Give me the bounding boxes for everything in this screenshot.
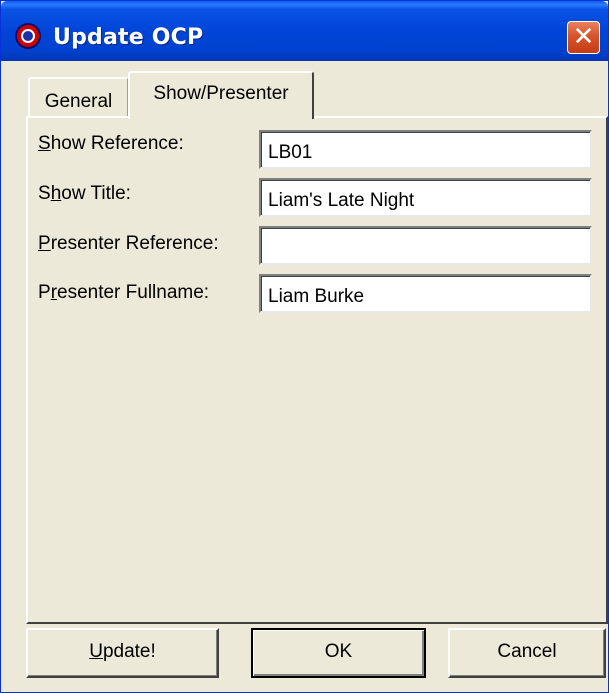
app-logo-inner (21, 29, 35, 43)
tab-show-presenter-label: Show/Presenter (153, 83, 289, 104)
close-button[interactable]: ✕ (567, 21, 600, 54)
update-ocp-dialog: Update OCP ✕ General Show/Presenter Show… (0, 0, 609, 693)
show-title-input[interactable] (259, 178, 592, 217)
app-logo-icon (15, 23, 41, 49)
presenter-reference-input[interactable] (259, 226, 592, 265)
presenter-fullname-input[interactable] (259, 274, 592, 313)
close-icon: ✕ (572, 22, 595, 52)
show-title-label: Show Title: (38, 183, 131, 204)
cancel-button[interactable]: Cancel (448, 628, 606, 678)
presenter-reference-label: Presenter Reference: (38, 233, 219, 254)
tab-general[interactable]: General (28, 77, 128, 117)
ok-button[interactable]: OK (251, 628, 426, 678)
tab-show-presenter[interactable]: Show/Presenter (128, 71, 314, 119)
show-reference-label: Show Reference: (38, 133, 184, 154)
presenter-fullname-label: Presenter Fullname: (38, 282, 210, 303)
window-title: Update OCP (53, 25, 204, 50)
update-button[interactable]: Update! (26, 628, 219, 678)
tab-general-label: General (44, 91, 113, 112)
title-bar[interactable]: Update OCP ✕ (1, 1, 608, 61)
show-reference-input[interactable] (259, 130, 592, 169)
